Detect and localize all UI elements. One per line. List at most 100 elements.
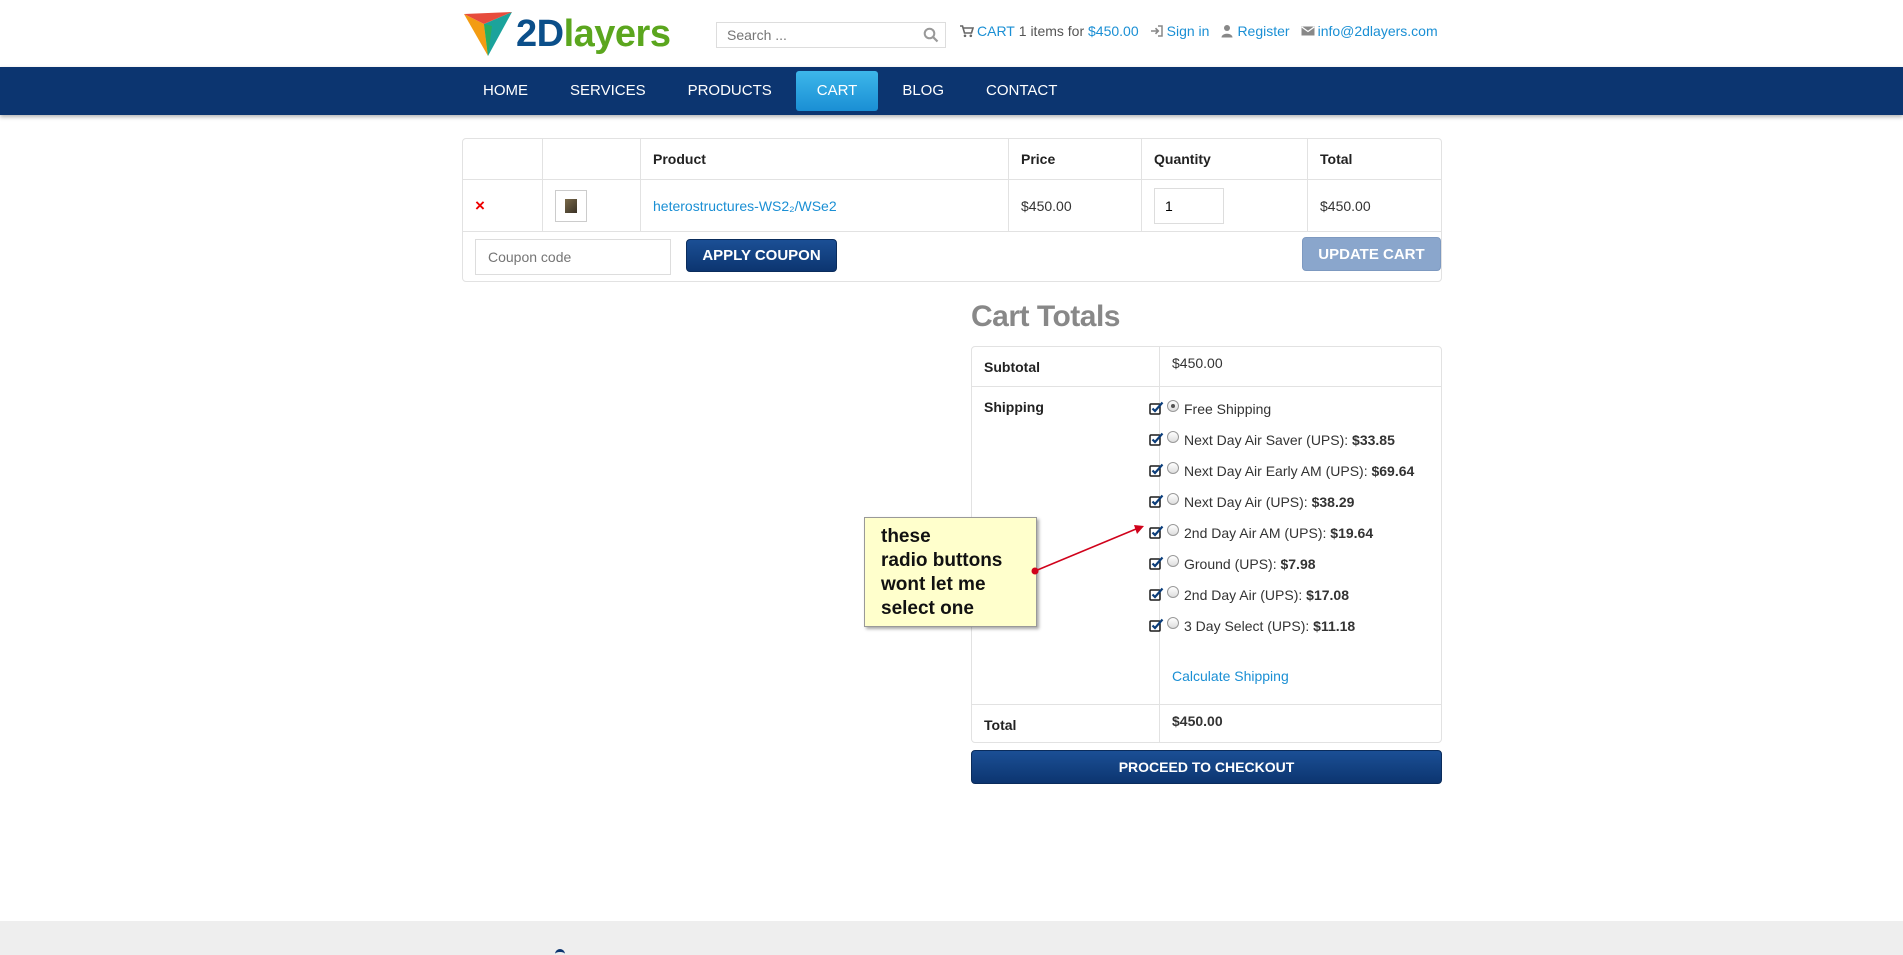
shipping-option-name: Next Day Air Early AM (UPS):: [1184, 462, 1372, 479]
cart-table: Product Price Quantity Total × heterostr…: [462, 138, 1442, 282]
shipping-option[interactable]: Next Day Air Early AM (UPS): $69.64: [1149, 455, 1414, 486]
shipping-radio[interactable]: [1167, 585, 1179, 598]
shipping-option[interactable]: Free Shipping: [1149, 393, 1414, 424]
update-cart-button[interactable]: UPDATE CART: [1302, 237, 1441, 271]
header-price: Price: [1009, 139, 1142, 179]
shipping-option-price: $38.29: [1311, 493, 1355, 510]
shipping-radio[interactable]: [1167, 430, 1179, 443]
checkbox-icon[interactable]: [1149, 525, 1164, 540]
footer-logo-fragment: [555, 949, 565, 955]
shipping-option-price: $33.85: [1352, 431, 1395, 448]
price-cell: $450.00: [1009, 180, 1142, 231]
remove-item-button[interactable]: ×: [475, 196, 485, 216]
cart-items-text: items for: [1030, 23, 1085, 39]
total-value: $450.00: [1172, 713, 1223, 729]
product-cell: heterostructures-WS2₂/WSe2: [641, 180, 1009, 231]
top-links: CART 1 items for $450.00 Sign in Registe…: [960, 23, 1449, 39]
cart-amount[interactable]: $450.00: [1088, 23, 1139, 39]
checkbox-icon[interactable]: [1149, 618, 1164, 633]
shipping-radio[interactable]: [1167, 523, 1179, 536]
nav-blog[interactable]: BLOG: [881, 71, 965, 111]
shipping-radio[interactable]: [1167, 399, 1179, 412]
cart-actions: APPLY COUPON UPDATE CART: [463, 232, 1441, 281]
shipping-option-price: $11.18: [1313, 617, 1356, 634]
checkbox-icon[interactable]: [1149, 587, 1164, 602]
shipping-option[interactable]: 3 Day Select (UPS): $11.18: [1149, 610, 1414, 641]
subtotal-row: Subtotal $450.00: [972, 347, 1441, 387]
cart-summary[interactable]: CART 1 items for $450.00: [960, 23, 1139, 39]
shipping-option[interactable]: Next Day Air (UPS): $38.29: [1149, 486, 1414, 517]
product-link[interactable]: heterostructures-WS2₂/WSe2: [653, 198, 837, 214]
annotation-line: these: [881, 526, 931, 547]
shipping-option-name: 3 Day Select (UPS):: [1184, 617, 1314, 634]
cart-link[interactable]: CART: [977, 23, 1015, 39]
quantity-input[interactable]: [1154, 187, 1224, 224]
site-logo[interactable]: 2Dlayers: [462, 10, 671, 58]
cart-totals-title: Cart Totals: [971, 300, 1120, 333]
shipping-radio[interactable]: [1167, 616, 1179, 629]
cart-icon: [960, 25, 974, 38]
main-navbar: HOME SERVICES PRODUCTS CART BLOG CONTACT: [0, 67, 1903, 115]
calculate-shipping-link[interactable]: Calculate Shipping: [1172, 668, 1289, 684]
coupon-input[interactable]: [475, 239, 671, 275]
nav-cart[interactable]: CART: [795, 71, 879, 111]
register-link[interactable]: Register: [1237, 23, 1289, 39]
shipping-option[interactable]: Ground (UPS): $7.98: [1149, 548, 1414, 579]
remove-cell: ×: [463, 180, 543, 231]
annotation-note: these radio buttons wont let me select o…: [864, 517, 1037, 627]
sign-in-icon: [1150, 25, 1163, 37]
table-row: × heterostructures-WS2₂/WSe2 $450.00 $45…: [463, 180, 1441, 232]
checkbox-icon[interactable]: [1149, 463, 1164, 478]
checkbox-icon[interactable]: [1149, 556, 1164, 571]
shipping-option-name: Next Day Air Saver (UPS):: [1184, 431, 1353, 448]
search-icon[interactable]: [923, 27, 939, 43]
shipping-radio[interactable]: [1167, 461, 1179, 474]
cart-table-header: Product Price Quantity Total: [463, 139, 1441, 180]
envelope-icon: [1301, 26, 1315, 36]
shipping-option-name: 2nd Day Air AM (UPS):: [1184, 524, 1331, 541]
product-thumbnail[interactable]: [555, 189, 587, 222]
shipping-option[interactable]: 2nd Day Air AM (UPS): $19.64: [1149, 517, 1414, 548]
annotation-line: wont let me: [881, 574, 986, 595]
shipping-option[interactable]: 2nd Day Air (UPS): $17.08: [1149, 579, 1414, 610]
register-item[interactable]: Register: [1220, 23, 1290, 39]
header-remove-col: [463, 139, 543, 179]
shipping-option-price: $17.08: [1306, 586, 1349, 603]
shipping-option[interactable]: Next Day Air Saver (UPS): $33.85: [1149, 424, 1414, 455]
shipping-option-name: Free Shipping: [1184, 400, 1272, 417]
annotation-arrow-icon: [1031, 525, 1144, 575]
annotation-line: radio buttons: [881, 550, 1003, 571]
shipping-radio[interactable]: [1167, 554, 1179, 567]
header-thumb-col: [543, 139, 641, 179]
site-footer: [0, 921, 1903, 955]
apply-coupon-button[interactable]: APPLY COUPON: [686, 239, 837, 272]
header-quantity: Quantity: [1142, 139, 1308, 179]
checkbox-icon[interactable]: [1149, 494, 1164, 509]
subtotal-value: $450.00: [1172, 355, 1223, 371]
nav-products[interactable]: PRODUCTS: [667, 71, 793, 111]
total-cell: $450.00: [1320, 197, 1371, 214]
email-item[interactable]: info@2dlayers.com: [1301, 23, 1438, 39]
nav-contact[interactable]: CONTACT: [965, 71, 1078, 111]
shipping-option-name: Next Day Air (UPS):: [1184, 493, 1312, 510]
checkbox-icon[interactable]: [1149, 432, 1164, 447]
checkbox-icon[interactable]: [1149, 401, 1164, 416]
user-icon: [1221, 25, 1233, 38]
signin-link[interactable]: Sign in: [1167, 23, 1210, 39]
shipping-option-price: $69.64: [1371, 462, 1415, 479]
total-label: Total: [972, 705, 1160, 743]
shipping-options: Free Shipping Next Day Air Saver (UPS): $…: [1149, 393, 1414, 641]
nav-home[interactable]: HOME: [462, 71, 549, 111]
email-link[interactable]: info@2dlayers.com: [1318, 23, 1438, 39]
nav-services[interactable]: SERVICES: [549, 71, 667, 111]
shipping-option-price: $19.64: [1330, 524, 1374, 541]
search-box: [716, 22, 946, 48]
proceed-to-checkout-button[interactable]: PROCEED TO CHECKOUT: [971, 750, 1442, 784]
search-input[interactable]: [717, 23, 917, 47]
logo-wordmark: 2Dlayers: [516, 12, 671, 55]
shipping-radio[interactable]: [1167, 492, 1179, 505]
signin-item[interactable]: Sign in: [1150, 23, 1210, 39]
logo-icon: [464, 12, 512, 56]
header-total: Total: [1320, 151, 1353, 167]
main-nav: HOME SERVICES PRODUCTS CART BLOG CONTACT: [462, 67, 1078, 115]
